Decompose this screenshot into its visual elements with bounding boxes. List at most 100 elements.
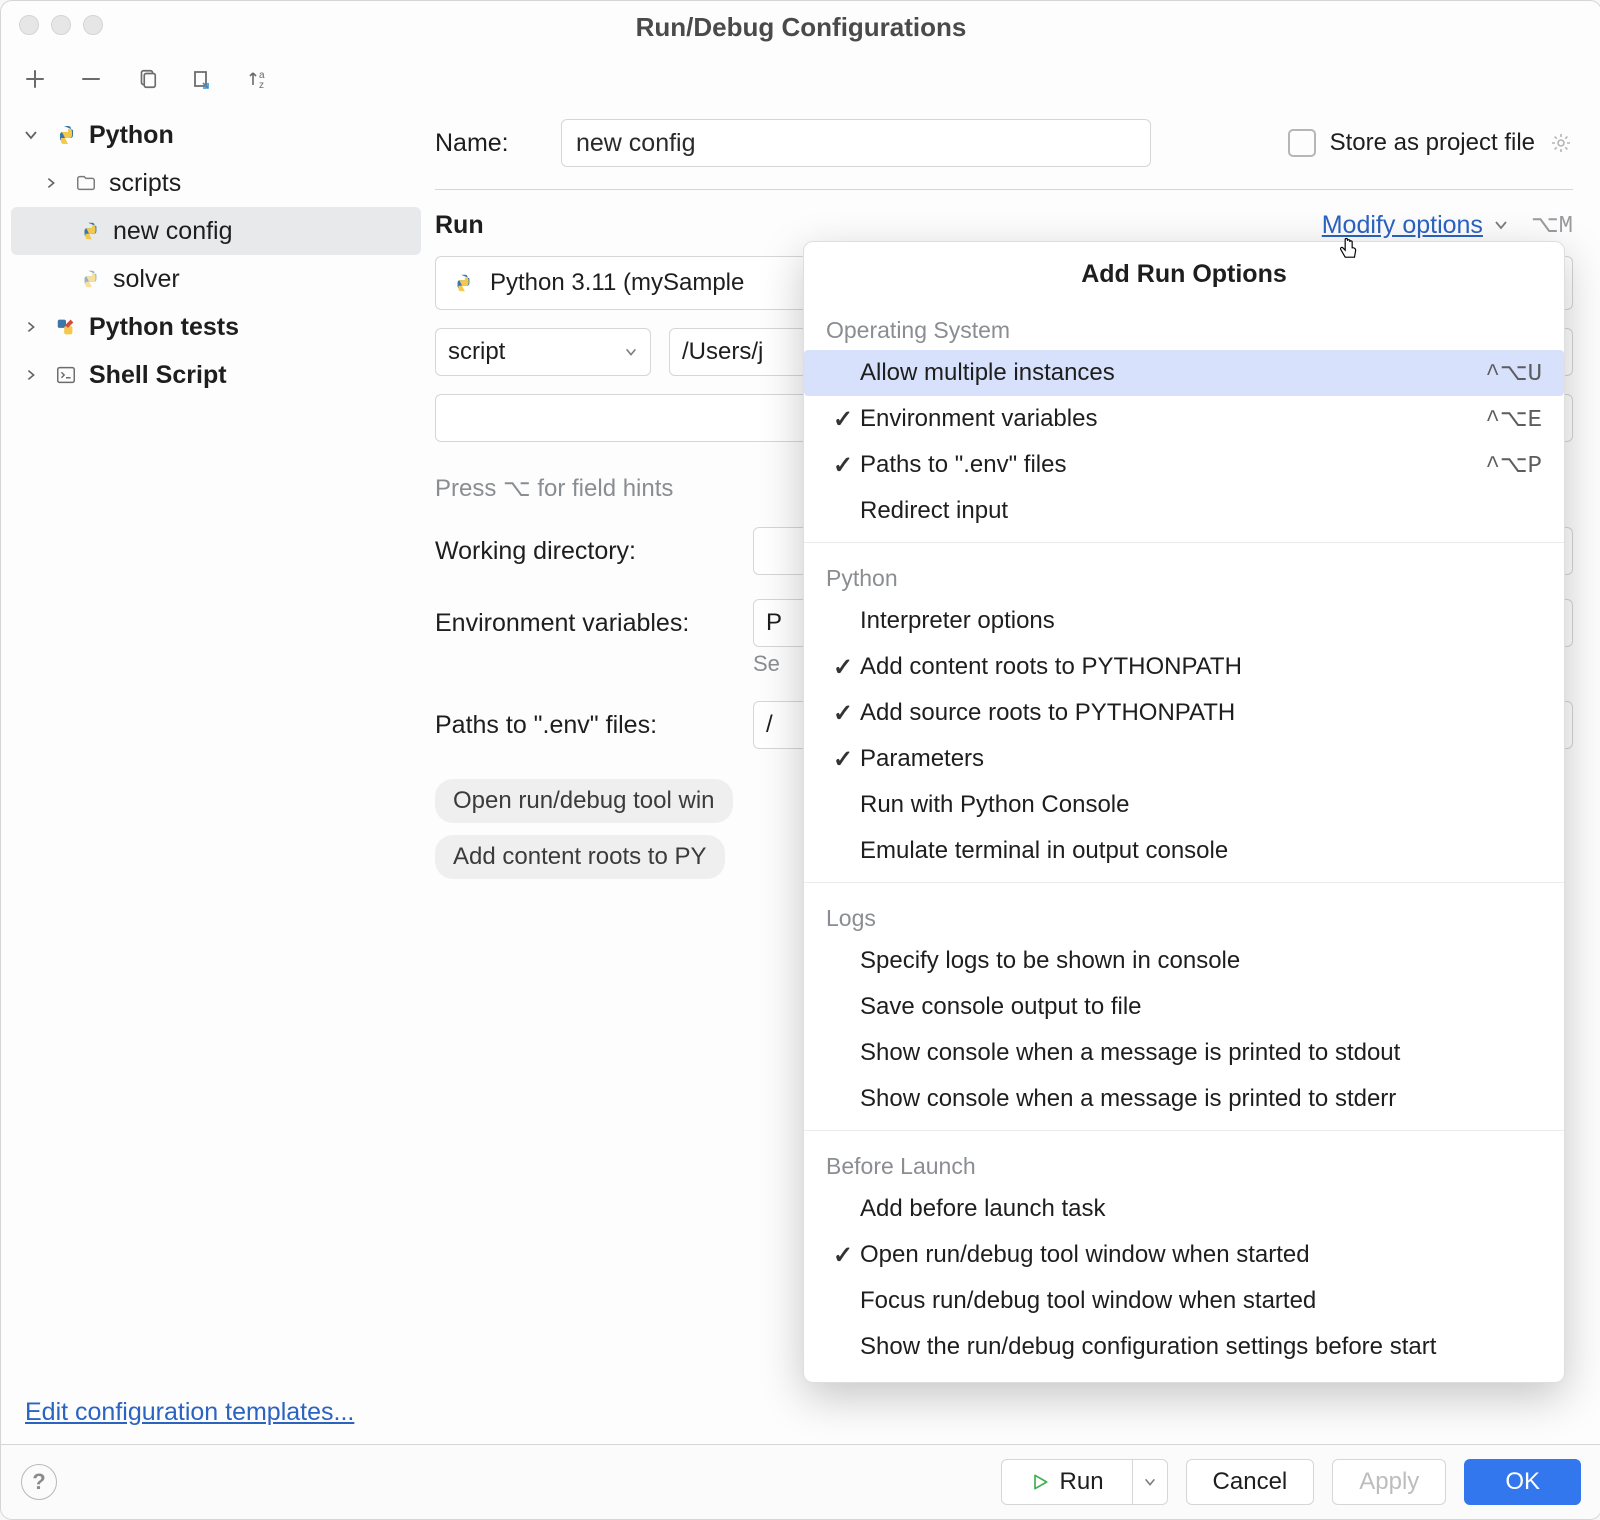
remove-config-button[interactable] [77,65,105,93]
traffic-lights [19,15,103,35]
popover-item-shortcut: ^⌥U [1486,358,1542,388]
popover-item[interactable]: ✓Paths to ".env" files^⌥P [804,442,1564,488]
python-icon [77,218,103,244]
working-dir-label: Working directory: [435,537,735,566]
popover-item[interactable]: ✓Parameters [804,736,1564,782]
tree-node-shell-script[interactable]: Shell Script [11,351,421,399]
python-icon [77,266,103,292]
popover-item-label: Save console output to file [860,993,1542,1021]
save-temp-button[interactable] [189,65,217,93]
popover-item-label: Add before launch task [860,1195,1542,1223]
popover-item-label: Show console when a message is printed t… [860,1085,1542,1113]
gear-icon[interactable] [1549,131,1573,155]
script-mode-select[interactable]: script [435,328,651,376]
tree-label: Python tests [89,313,239,342]
popover-item[interactable]: Show console when a message is printed t… [804,1076,1564,1122]
tree-node-new-config[interactable]: new config [11,207,421,255]
check-icon: ✓ [826,745,860,774]
run-button[interactable]: Run [1001,1459,1133,1505]
option-chip[interactable]: Add content roots to PY [435,835,725,879]
check-icon: ✓ [826,405,860,434]
popover-item[interactable]: Interpreter options [804,598,1564,644]
check-icon: ✓ [826,653,860,682]
popover-item-label: Parameters [860,745,1542,773]
popover-item-shortcut: ^⌥P [1486,450,1542,480]
check-icon: ✓ [826,1241,860,1270]
chevron-right-icon[interactable] [19,368,43,382]
popover-item-label: Open run/debug tool window when started [860,1241,1542,1269]
dialog-title: Run/Debug Configurations [636,12,967,43]
popover-group-title: Operating System [804,303,1564,350]
edit-templates-link[interactable]: Edit configuration templates... [25,1398,354,1427]
divider [804,1130,1564,1131]
popover-item[interactable]: Add before launch task [804,1186,1564,1232]
popover-title: Add Run Options [804,260,1564,289]
ok-button[interactable]: OK [1464,1459,1581,1505]
popover-item-label: Add content roots to PYTHONPATH [860,653,1542,681]
zoom-window-icon[interactable] [83,15,103,35]
popover-item-label: Focus run/debug tool window when started [860,1287,1542,1315]
popover-item[interactable]: Show the run/debug configuration setting… [804,1324,1564,1370]
popover-item[interactable]: Run with Python Console [804,782,1564,828]
cancel-button[interactable]: Cancel [1186,1459,1315,1505]
popover-item-shortcut: ^⌥E [1486,404,1542,434]
popover-item-label: Emulate terminal in output console [860,837,1542,865]
popover-item-label: Environment variables [860,405,1486,433]
env-files-label: Paths to ".env" files: [435,711,735,740]
terminal-icon [53,362,79,388]
config-toolbar: az [1,53,1600,105]
popover-group-title: Python [804,551,1564,598]
popover-item[interactable]: Show console when a message is printed t… [804,1030,1564,1076]
divider [804,882,1564,883]
tree-label: Python [89,121,174,150]
option-chip[interactable]: Open run/debug tool win [435,779,733,823]
popover-group-title: Logs [804,891,1564,938]
popover-item[interactable]: Allow multiple instances^⌥U [804,350,1564,396]
store-as-project-checkbox[interactable] [1288,129,1316,157]
popover-item-label: Redirect input [860,497,1542,525]
tree-node-python[interactable]: Python [11,111,421,159]
chevron-down-icon [624,345,638,359]
tree-node-python-tests[interactable]: Python tests [11,303,421,351]
separator [435,189,1573,190]
name-input[interactable]: new config [561,119,1151,167]
copy-config-button[interactable] [133,65,161,93]
popover-group-title: Before Launch [804,1139,1564,1186]
python-icon [53,122,79,148]
chevron-down-icon[interactable] [19,127,43,143]
chevron-right-icon[interactable] [39,176,63,190]
run-config-dialog: Run/Debug Configurations az [0,0,1600,1520]
popover-item[interactable]: ✓Add content roots to PYTHONPATH [804,644,1564,690]
run-dropdown-button[interactable] [1133,1459,1168,1505]
svg-text:z: z [259,80,264,91]
minimize-window-icon[interactable] [51,15,71,35]
popover-item[interactable]: ✓Open run/debug tool window when started [804,1232,1564,1278]
popover-item[interactable]: Emulate terminal in output console [804,828,1564,874]
chevron-right-icon[interactable] [19,320,43,334]
tree-node-solver[interactable]: solver [11,255,421,303]
popover-item-label: Show the run/debug configuration setting… [860,1333,1542,1361]
popover-item-label: Allow multiple instances [860,359,1486,387]
check-icon: ✓ [826,451,860,480]
chevron-down-icon[interactable] [1493,217,1509,233]
close-window-icon[interactable] [19,15,39,35]
tree-label: Shell Script [89,361,227,390]
popover-item[interactable]: Specify logs to be shown in console [804,938,1564,984]
dialog-footer: ? Run Cancel Apply OK [1,1444,1600,1519]
popover-item[interactable]: Redirect input [804,488,1564,534]
popover-item-label: Run with Python Console [860,791,1542,819]
sort-button[interactable]: az [245,65,273,93]
popover-item[interactable]: Focus run/debug tool window when started [804,1278,1564,1324]
popover-item[interactable]: ✓Environment variables^⌥E [804,396,1564,442]
add-config-button[interactable] [21,65,49,93]
env-vars-label: Environment variables: [435,609,735,638]
help-button[interactable]: ? [21,1464,57,1500]
tree-node-scripts[interactable]: scripts [11,159,421,207]
apply-button[interactable]: Apply [1332,1459,1446,1505]
popover-item[interactable]: Save console output to file [804,984,1564,1030]
popover-item[interactable]: ✓Add source roots to PYTHONPATH [804,690,1564,736]
run-button-group: Run [1001,1459,1168,1505]
play-icon [1030,1472,1050,1492]
titlebar: Run/Debug Configurations [1,1,1600,53]
modify-shortcut: ⌥M [1531,210,1573,240]
